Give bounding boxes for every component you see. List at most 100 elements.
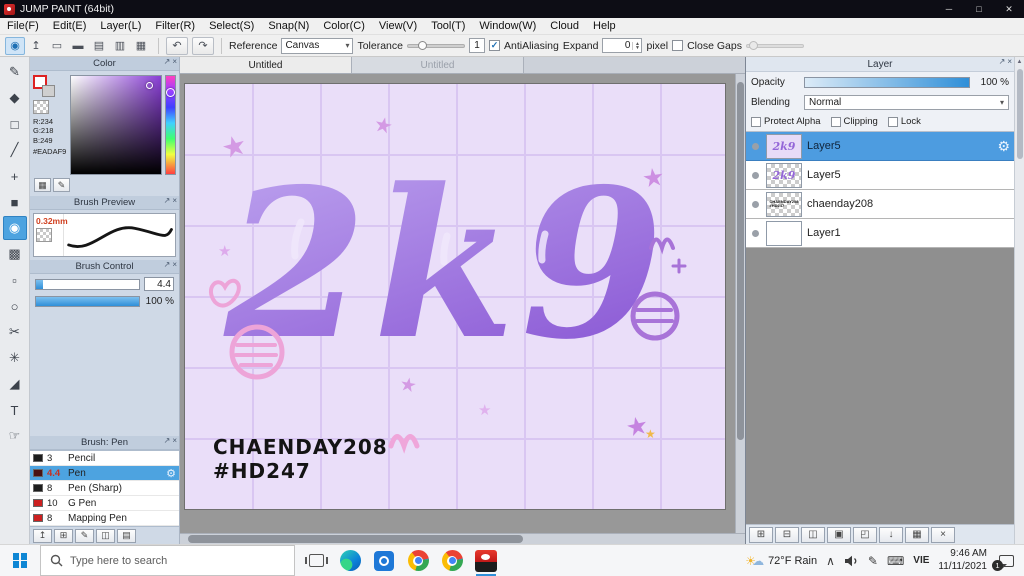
brush-item-pencil[interactable]: 3 Pencil (30, 451, 179, 466)
move-tool[interactable]: + (3, 164, 27, 188)
task-view-button[interactable] (301, 546, 331, 576)
menu-tool[interactable]: Tool(T) (424, 20, 472, 32)
brush-item-pen-sharp[interactable]: 8 Pen (Sharp) (30, 481, 179, 496)
popout-icon[interactable]: ↗ (999, 57, 1006, 66)
close-icon[interactable]: × (172, 260, 177, 269)
close-icon[interactable]: × (1007, 57, 1012, 66)
color-marker[interactable] (146, 82, 153, 89)
canvas[interactable]: ★ ★ ★ ★ ★ ★ ★ ★ ★ 2k9 CHAENDAY208 #HD247 (184, 83, 726, 510)
publish-button[interactable]: ↥ (26, 37, 46, 55)
select-rect-tool[interactable]: □ (3, 112, 27, 136)
knife-tool[interactable]: ✂ (3, 320, 27, 344)
gear-icon[interactable]: ⚙ (166, 467, 176, 480)
duplicate-layer-button[interactable]: ◫ (801, 526, 825, 543)
protect-alpha-checkbox[interactable] (751, 116, 761, 127)
layer-folder-button[interactable]: ▣ (827, 526, 851, 543)
delete-layer-button[interactable]: × (931, 526, 955, 543)
layer-row-layer5[interactable]: 2k9 Layer5 (746, 161, 1014, 190)
close-gaps-checkbox[interactable] (672, 40, 684, 51)
pen-workspace-icon[interactable]: ✎ (868, 554, 878, 568)
hue-slider[interactable] (165, 75, 176, 175)
pen-tool[interactable]: ✎ (3, 60, 27, 84)
close-icon[interactable]: × (172, 57, 177, 66)
speaker-icon[interactable] (844, 555, 859, 567)
canvas-tab-2[interactable]: Untitled (352, 57, 524, 73)
layer-row-layer1[interactable]: Layer1 (746, 219, 1014, 248)
comment-button[interactable]: ▭ (47, 37, 67, 55)
menu-cloud[interactable]: Cloud (543, 20, 586, 32)
marquee-tool[interactable]: ▫ (3, 268, 27, 292)
canvas-tab-1[interactable]: Untitled (180, 57, 352, 73)
canvas-horizontal-scrollbar[interactable] (180, 533, 745, 544)
brush-item-g-pen[interactable]: 10 G Pen (30, 496, 179, 511)
sync-brush-button[interactable]: ↥ (33, 528, 52, 543)
shape-tool[interactable]: ■ (3, 190, 27, 214)
popout-icon[interactable]: ↗ (164, 57, 171, 66)
merge-down-button[interactable]: ↓ (879, 526, 903, 543)
brush-item-pen[interactable]: 4.4 Pen ⚙ (30, 466, 179, 481)
new-layer-button[interactable]: ⊞ (749, 526, 773, 543)
menu-select[interactable]: Select(S) (202, 20, 261, 32)
brush-item-mapping-pen[interactable]: 8 Mapping Pen (30, 511, 179, 526)
menu-file[interactable]: File(F) (0, 20, 46, 32)
edit-brush-button[interactable]: ✎ (75, 528, 94, 543)
clipping-button[interactable]: ◰ (853, 526, 877, 543)
text-tool[interactable]: T (3, 398, 27, 422)
canvas-vertical-scrollbar[interactable] (735, 74, 745, 533)
blending-select[interactable]: Normal ▾ (804, 94, 1009, 110)
scrollbar-thumb[interactable] (737, 82, 744, 441)
new-folder-button[interactable]: ⊟ (775, 526, 799, 543)
popout-icon[interactable]: ↗ (164, 196, 171, 205)
brush-folder-button[interactable]: ▤ (117, 528, 136, 543)
tray-expand-chevron[interactable]: ∧ (826, 554, 835, 568)
menu-help[interactable]: Help (586, 20, 623, 32)
maximize-button[interactable]: □ (964, 0, 994, 18)
eyedropper-tool[interactable]: ◢ (3, 372, 27, 396)
start-button[interactable] (0, 545, 40, 576)
reference-select[interactable]: Canvas ▾ (281, 37, 354, 54)
chrome-taskbar-icon-2[interactable] (437, 546, 467, 576)
saturation-value-picker[interactable] (70, 75, 162, 175)
popout-icon[interactable]: ↗ (164, 260, 171, 269)
opacity-slider[interactable] (804, 76, 970, 88)
menu-snap[interactable]: Snap(N) (261, 20, 316, 32)
expand-input[interactable]: 0 ▲ ▼ (602, 38, 643, 53)
lock-checkbox[interactable] (887, 116, 898, 127)
menu-filter[interactable]: Filter(R) (148, 20, 202, 32)
jump-paint-taskbar-icon[interactable] (471, 546, 501, 576)
brush-size-value[interactable]: 4.4 (144, 277, 174, 291)
weather-widget[interactable]: ☀ ☁ 72°F Rain (745, 554, 817, 568)
palette-button[interactable]: ▦ (34, 178, 51, 192)
redo-button[interactable]: ↷ (192, 36, 214, 55)
brush-size-slider[interactable] (35, 278, 140, 290)
line-tool[interactable]: ╱ (3, 138, 27, 162)
camera-taskbar-icon[interactable] (369, 546, 399, 576)
color-edit-button[interactable]: ✎ (53, 178, 70, 192)
menu-window[interactable]: Window(W) (472, 20, 543, 32)
spinner-arrows[interactable]: ▲ ▼ (632, 41, 641, 50)
menu-layer[interactable]: Layer(L) (93, 20, 148, 32)
touch-keyboard-icon[interactable]: ⌨ (887, 554, 904, 568)
minimize-button[interactable]: ─ (934, 0, 964, 18)
gear-icon[interactable]: ⚙ (997, 138, 1010, 155)
new-brush-button[interactable]: ⊞ (54, 528, 73, 543)
tolerance-value[interactable]: 1 (468, 38, 485, 53)
layer-row-chaenday208[interactable]: CHAENDAY208 #HD247 chaenday208 (746, 190, 1014, 219)
brush-cursor-button[interactable]: ◉ (5, 36, 25, 55)
layer-row-layer5-top[interactable]: 2k9 Layer5 ⚙ (746, 132, 1014, 161)
clipping-checkbox[interactable] (830, 116, 841, 127)
menu-view[interactable]: View(V) (372, 20, 424, 32)
close-icon[interactable]: × (172, 196, 177, 205)
gradient-tool[interactable]: ▩ (3, 242, 27, 266)
scrollbar-thumb[interactable] (188, 535, 523, 543)
document-list-button[interactable]: ▤ (89, 37, 109, 55)
lasso-tool[interactable]: ○ (3, 294, 27, 318)
transparent-color-swatch[interactable] (33, 100, 49, 114)
chrome-taskbar-icon-1[interactable] (403, 546, 433, 576)
visibility-toggle[interactable] (752, 200, 759, 208)
canvas-viewport[interactable]: ★ ★ ★ ★ ★ ★ ★ ★ ★ 2k9 CHAENDAY208 #HD247 (180, 74, 735, 533)
popout-icon[interactable]: ↗ (164, 436, 171, 445)
tolerance-slider[interactable] (406, 40, 465, 50)
material-button[interactable]: ▦ (905, 526, 929, 543)
duplicate-brush-button[interactable]: ◫ (96, 528, 115, 543)
